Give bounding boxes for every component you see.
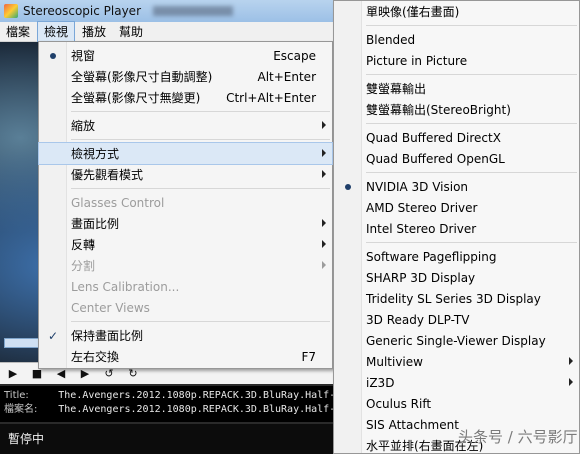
menu-help[interactable]: 幫助 <box>113 22 149 41</box>
menu-separator <box>71 321 330 322</box>
menu-separator <box>71 111 330 112</box>
submenu-arrow-icon <box>322 149 326 157</box>
menu-item-fullscreen-fixed[interactable]: 全螢幕(影像尺寸無變更) Ctrl+Alt+Enter <box>39 87 332 108</box>
menu-item-view-method[interactable]: 檢視方式 <box>38 142 333 165</box>
submenu-item-software-pageflipping[interactable]: Software Pageflipping <box>334 246 579 267</box>
submenu-arrow-icon <box>569 378 573 386</box>
submenu-item-mono-right[interactable]: 單映像(僅右畫面) <box>334 1 579 22</box>
view-method-submenu: 單映像(僅右畫面) Blended Picture in Picture 雙螢幕… <box>333 0 580 454</box>
play-icon[interactable]: ▶ <box>6 367 20 381</box>
menu-item-flip[interactable]: 反轉 <box>39 234 332 255</box>
menu-item-center-views[interactable]: Center Views <box>39 297 332 318</box>
status-text: 暫停中 <box>8 432 45 446</box>
menu-item-window[interactable]: 視窗 Escape <box>39 45 332 66</box>
menu-item-swap-lr[interactable]: 左右交換 F7 <box>39 346 332 367</box>
title-label: Title: <box>4 390 29 401</box>
radio-dot-icon <box>39 45 67 66</box>
app-icon <box>4 4 18 18</box>
submenu-arrow-icon <box>569 357 573 365</box>
menu-separator <box>366 172 577 173</box>
menu-separator <box>366 74 577 75</box>
submenu-item-intel-stereo[interactable]: Intel Stereo Driver <box>334 218 579 239</box>
menu-separator <box>366 242 577 243</box>
status-bar: 暫停中 <box>0 424 340 454</box>
submenu-item-oculus-rift[interactable]: Oculus Rift <box>334 393 579 414</box>
menu-item-zoom[interactable]: 縮放 <box>39 115 332 136</box>
submenu-item-multiview[interactable]: Multiview <box>334 351 579 372</box>
menu-item-fullscreen-auto[interactable]: 全螢幕(影像尺寸自動調整) Alt+Enter <box>39 66 332 87</box>
blurred-region <box>153 6 233 16</box>
file-value: The.Avengers.2012.1080p.REPACK.3D.BluRay… <box>58 404 336 415</box>
menu-view[interactable]: 檢視 <box>37 21 76 42</box>
info-panel: Title: The.Avengers.2012.1080p.REPACK.3D… <box>0 386 340 422</box>
submenu-item-quad-directx[interactable]: Quad Buffered DirectX <box>334 127 579 148</box>
submenu-item-nvidia-3d-vision[interactable]: NVIDIA 3D Vision <box>334 176 579 197</box>
submenu-item-3d-ready-dlp[interactable]: 3D Ready DLP-TV <box>334 309 579 330</box>
menu-bar: 檔案 檢視 播放 幫助 <box>0 21 340 42</box>
window-title: Stereoscopic Player <box>23 4 141 18</box>
watermark: 头条号 / 六号影厅 <box>458 428 578 446</box>
menu-item-aspect-ratio[interactable]: 畫面比例 <box>39 213 332 234</box>
menu-file[interactable]: 檔案 <box>0 22 36 41</box>
menu-item-lens-calibration[interactable]: Lens Calibration... <box>39 276 332 297</box>
title-value: The.Avengers.2012.1080p.REPACK.3D.BluRay… <box>58 390 336 401</box>
menu-item-keep-aspect[interactable]: ✓ 保持畫面比例 <box>39 325 332 346</box>
submenu-item-pip[interactable]: Picture in Picture <box>334 50 579 71</box>
menu-item-glasses-control[interactable]: Glasses Control <box>39 192 332 213</box>
submenu-item-blended[interactable]: Blended <box>334 29 579 50</box>
menu-separator <box>71 188 330 189</box>
menu-play[interactable]: 播放 <box>76 22 112 41</box>
submenu-arrow-icon <box>322 121 326 129</box>
checkmark-icon: ✓ <box>47 328 59 343</box>
submenu-item-sharp-3d[interactable]: SHARP 3D Display <box>334 267 579 288</box>
submenu-item-amd-stereo[interactable]: AMD Stereo Driver <box>334 197 579 218</box>
title-bar: Stereoscopic Player <box>0 0 340 22</box>
submenu-item-dual-output-bright[interactable]: 雙螢幕輸出(StereoBright) <box>334 99 579 120</box>
submenu-arrow-icon <box>322 240 326 248</box>
radio-dot-icon <box>334 176 362 197</box>
submenu-item-generic-single-viewer[interactable]: Generic Single-Viewer Display <box>334 330 579 351</box>
submenu-arrow-icon <box>322 170 326 178</box>
submenu-item-iz3d[interactable]: iZ3D <box>334 372 579 393</box>
submenu-arrow-icon <box>322 261 326 269</box>
file-label: 檔案名: <box>4 404 38 415</box>
view-menu: 視窗 Escape 全螢幕(影像尺寸自動調整) Alt+Enter 全螢幕(影像… <box>38 41 333 369</box>
menu-item-split[interactable]: 分割 <box>39 255 332 276</box>
submenu-item-quad-opengl[interactable]: Quad Buffered OpenGL <box>334 148 579 169</box>
submenu-item-tridelity[interactable]: Tridelity SL Series 3D Display <box>334 288 579 309</box>
submenu-item-dual-output[interactable]: 雙螢幕輸出 <box>334 78 579 99</box>
menu-item-preferred-mode[interactable]: 優先觀看模式 <box>39 164 332 185</box>
menu-separator <box>366 25 577 26</box>
menu-separator <box>71 139 330 140</box>
submenu-arrow-icon <box>322 219 326 227</box>
menu-separator <box>366 123 577 124</box>
